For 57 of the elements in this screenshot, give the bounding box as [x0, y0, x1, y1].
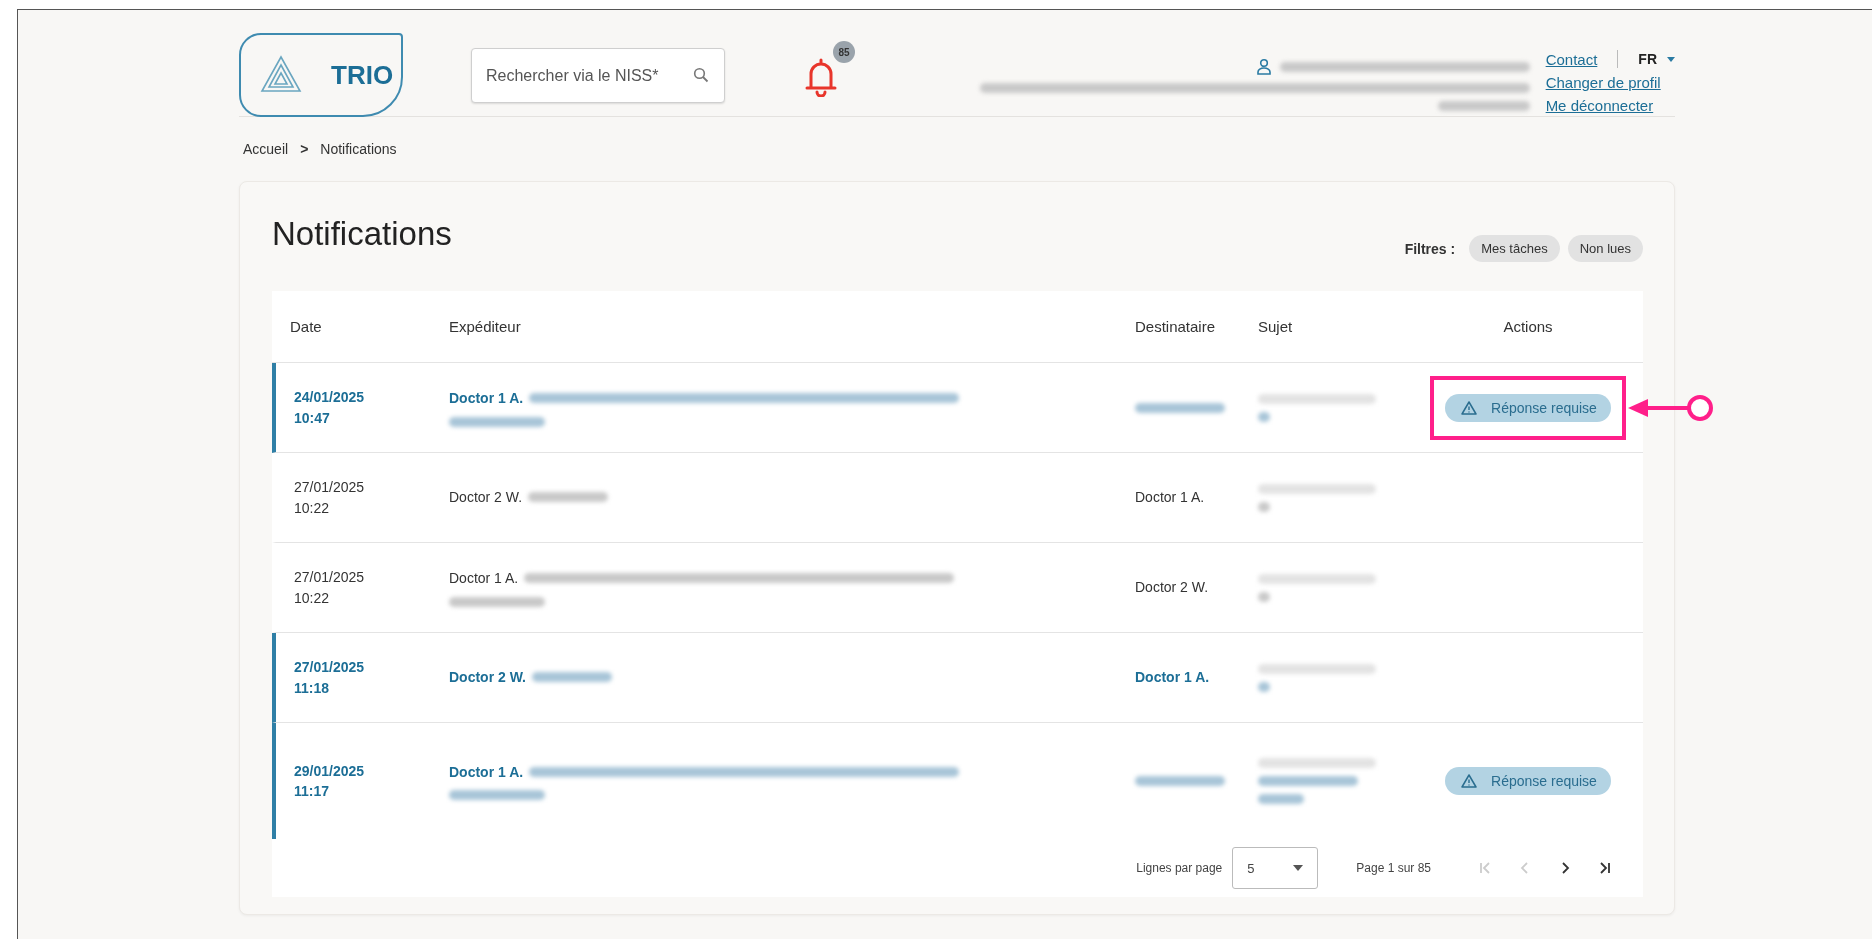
redacted-text — [1258, 794, 1304, 804]
bell-icon[interactable] — [803, 57, 839, 97]
filters-label: Filtres : — [1404, 240, 1456, 257]
filter-chip[interactable]: Non lues — [1567, 235, 1643, 262]
header-link[interactable]: Contact — [1545, 50, 1598, 68]
table-row[interactable]: 29/01/2025 11:17 Doctor 1 A. Réponse requise — [272, 723, 1643, 839]
column-header: Actions — [1502, 318, 1554, 335]
sender-name: Doctor 1 A. — [449, 389, 524, 409]
rows-per-page-select[interactable]: 5 — [1232, 847, 1319, 889]
redacted-text — [1258, 591, 1270, 602]
filter-chip[interactable]: Mes tâches — [1469, 235, 1560, 262]
header-link[interactable]: Changer de profil — [1545, 74, 1675, 91]
table-row[interactable]: 27/01/2025 10:22 Doctor 2 W. Doctor 1 A. — [272, 453, 1643, 543]
table-row[interactable]: 24/01/2025 10:47 Doctor 1 A. Réponse requise — [272, 363, 1643, 453]
search-field[interactable]: Rechercher via le NISS* — [471, 48, 725, 103]
response-required-button[interactable]: Réponse requise — [1445, 767, 1611, 795]
redacted-text — [1258, 501, 1270, 512]
table-row[interactable]: 27/01/2025 11:18 Doctor 2 W. Doctor 1 A. — [272, 633, 1643, 723]
date-cell: 29/01/2025 11:17 — [294, 762, 365, 799]
table-row[interactable]: 27/01/2025 10:22 Doctor 1 A. Doctor 2 W. — [272, 543, 1643, 633]
date-cell: 27/01/2025 10:22 — [294, 569, 365, 606]
caret-icon — [1293, 865, 1304, 871]
sender-name: Doctor 2 W. — [449, 668, 526, 688]
warning-icon — [1461, 400, 1478, 415]
first-page-icon — [1477, 860, 1493, 876]
rows-per-page-label: Lignes par page — [1136, 861, 1223, 875]
response-required-button[interactable]: Réponse requise — [1445, 393, 1611, 422]
sender-name: Doctor 1 A. — [449, 762, 524, 782]
header-link[interactable]: Me déconnecter — [1545, 97, 1675, 114]
caret-icon[interactable] — [1667, 56, 1675, 62]
breadcrumb-link[interactable]: Accueil — [243, 141, 289, 181]
last-page-icon — [1597, 860, 1613, 876]
date-cell: 27/01/2025 11:18 — [294, 659, 365, 696]
notification-count: 85 — [833, 41, 855, 63]
sender-name: Doctor 2 W. — [449, 488, 523, 508]
logo-text: TRIO — [331, 59, 394, 91]
user-icon — [1255, 58, 1272, 75]
column-header: Sujet — [1258, 318, 1294, 335]
warning-icon — [1461, 774, 1478, 788]
breadcrumb-link[interactable]: Notifications — [320, 141, 397, 181]
logo[interactable]: TRIO — [239, 33, 403, 117]
date-cell: 24/01/2025 10:47 — [294, 389, 365, 426]
language-select[interactable]: FR — [1638, 51, 1657, 67]
column-header: Date — [289, 318, 323, 335]
recipient-cell: Doctor 1 A. — [1135, 669, 1210, 686]
column-header: Expéditeur — [448, 318, 522, 335]
recipient-cell: Doctor 2 W. — [1135, 579, 1209, 596]
search-icon — [693, 67, 709, 83]
redacted-text — [1258, 681, 1270, 692]
date-cell: 27/01/2025 10:22 — [294, 479, 365, 516]
breadcrumb-separator: > — [300, 141, 309, 159]
page-indicator: Page 1 sur 85 — [1356, 861, 1431, 875]
column-header: Destinataire — [1135, 318, 1217, 335]
sender-name: Doctor 1 A. — [449, 569, 519, 589]
recipient-cell: Doctor 1 A. — [1135, 489, 1205, 506]
page-title: Notifications — [272, 214, 453, 254]
redacted-text — [1258, 411, 1270, 422]
